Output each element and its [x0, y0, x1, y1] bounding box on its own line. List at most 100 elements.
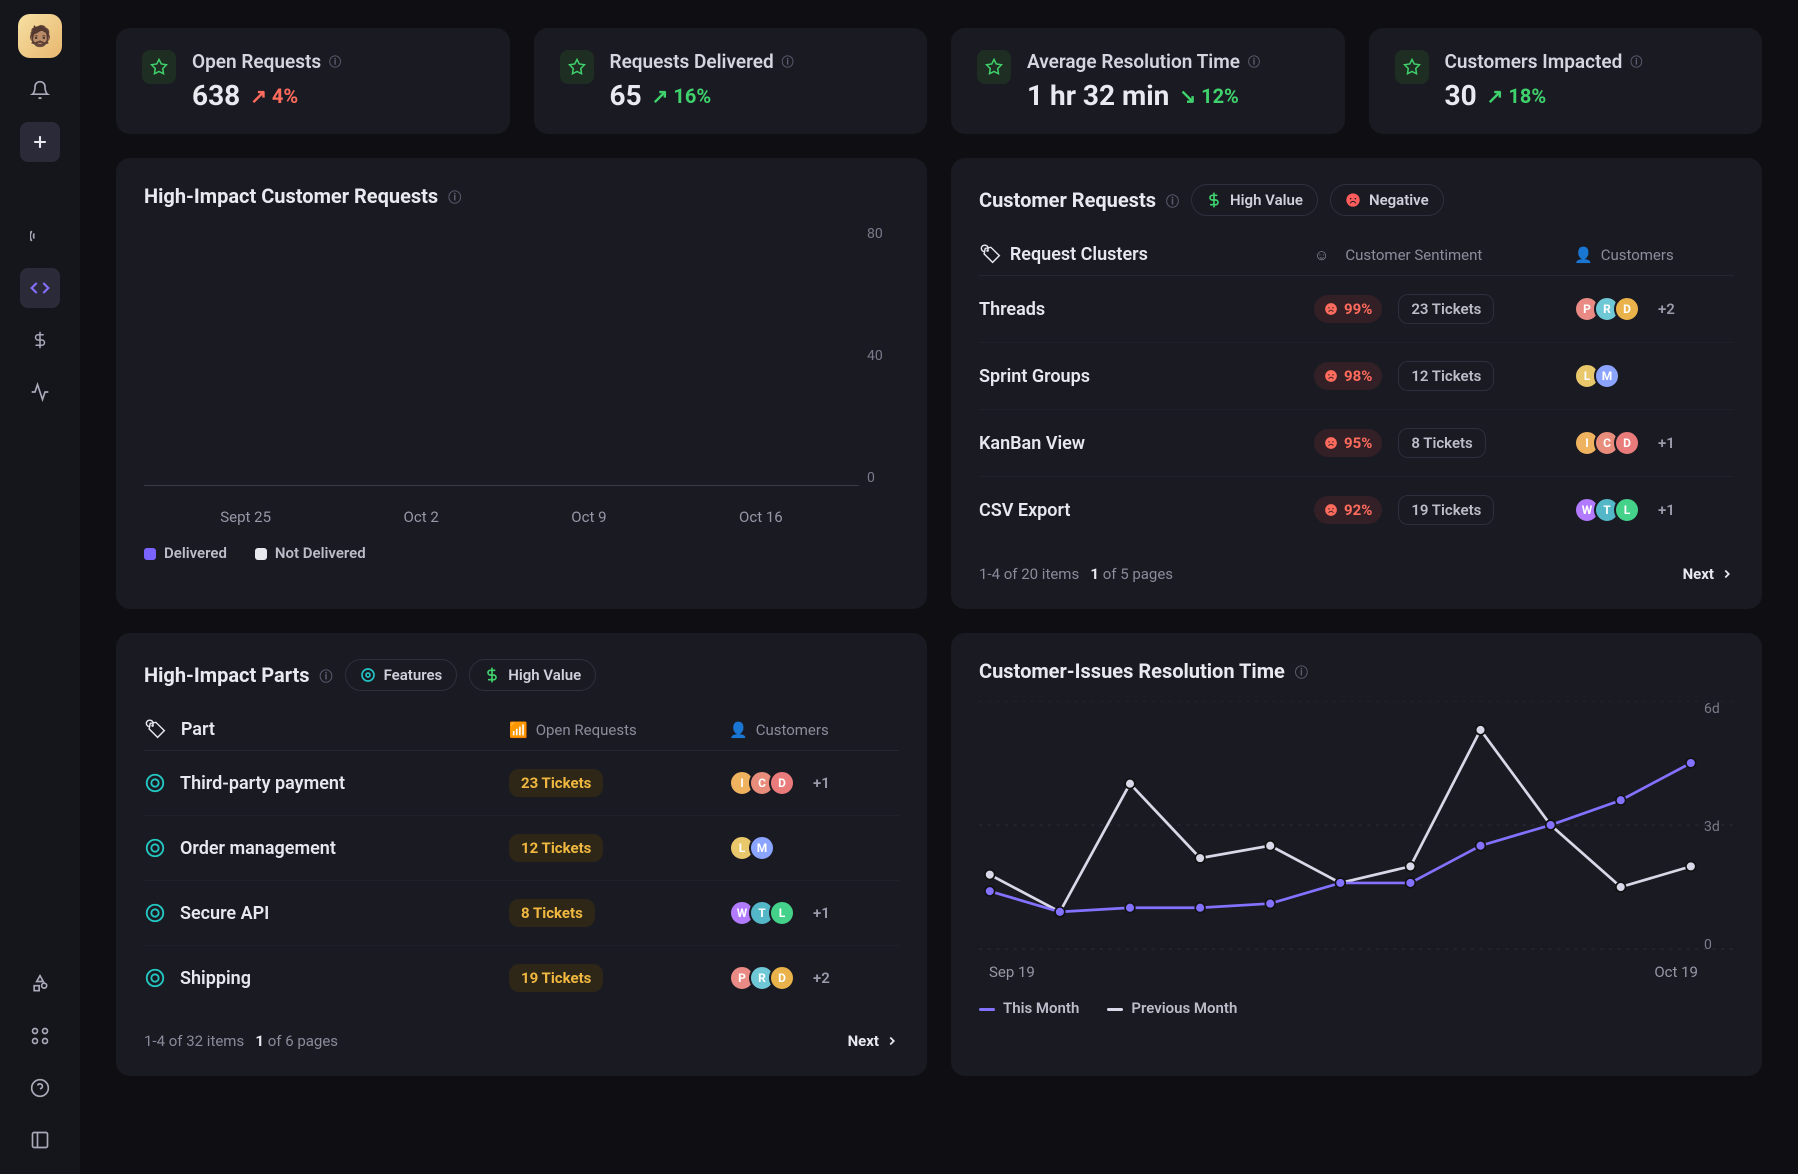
- notifications-icon[interactable]: [20, 70, 60, 110]
- x-tick: Sept 25: [220, 508, 271, 526]
- bar-chart: 80400 Sept 25Oct 2Oct 9Oct 16: [144, 226, 899, 526]
- star-icon: [560, 50, 594, 84]
- extra-count: +1: [1658, 434, 1675, 452]
- kpi-label: Average Resolution Time: [1027, 50, 1240, 73]
- kpi-card[interactable]: Requests Delivered ⓘ 65 ↗ 16%: [534, 28, 928, 134]
- kpi-trend: ↗ 4%: [250, 84, 298, 108]
- extra-count: +2: [813, 969, 830, 987]
- kpi-trend: ↘ 12%: [1179, 84, 1238, 108]
- activity-icon[interactable]: [20, 372, 60, 412]
- filter-features[interactable]: Features: [345, 659, 458, 691]
- kpi-trend: ↗ 16%: [652, 84, 711, 108]
- kpi-card[interactable]: Customers Impacted ⓘ 30 ↗ 18%: [1369, 28, 1763, 134]
- extra-count: +1: [813, 904, 830, 922]
- panel-high-impact-requests: High-Impact Customer Requests ⓘ 80400 Se…: [116, 158, 927, 609]
- info-icon[interactable]: ⓘ: [320, 666, 333, 685]
- table-row[interactable]: Secure API 8 Tickets WTL +1: [144, 881, 899, 946]
- sentiment-badge: 95%: [1314, 429, 1382, 457]
- panel-title: High-Impact Parts ⓘ: [144, 663, 333, 687]
- star-icon: [142, 50, 176, 84]
- info-icon[interactable]: ⓘ: [1295, 662, 1308, 681]
- avatars[interactable]: ICD: [1574, 430, 1640, 456]
- row-name: Threads: [979, 299, 1314, 320]
- apps-icon[interactable]: [20, 964, 60, 1004]
- extra-count: +1: [1658, 501, 1675, 519]
- target-icon: [144, 967, 166, 989]
- sentiment-badge: 99%: [1314, 295, 1382, 323]
- avatars[interactable]: PRD: [729, 965, 795, 991]
- info-icon[interactable]: ⓘ: [1630, 53, 1642, 70]
- x-tick: Oct 2: [404, 508, 439, 526]
- star-icon: [1395, 50, 1429, 84]
- kpi-trend: ↗ 18%: [1487, 84, 1546, 108]
- tickets-badge: 23 Tickets: [509, 769, 603, 797]
- kpi-card[interactable]: Open Requestsⓘ 638 ↗ 4%: [116, 28, 510, 134]
- filter-negative[interactable]: Negative: [1330, 184, 1444, 216]
- line-chart-legend: This Month Previous Month: [979, 999, 1734, 1017]
- next-button[interactable]: Next: [848, 1032, 899, 1050]
- kpi-value: 638: [192, 79, 240, 112]
- kpi-value: 1 hr 32 min: [1027, 79, 1169, 112]
- broadcast-icon[interactable]: [20, 216, 60, 256]
- main-content: Open Requestsⓘ 638 ↗ 4% Requests Deliver…: [80, 0, 1798, 1174]
- avatars[interactable]: WTL: [729, 900, 795, 926]
- table-row[interactable]: KanBan View 95% 8 Tickets ICD +1: [979, 410, 1734, 477]
- pager: 1-4 of 20 items 1 of 5 pages Next: [979, 565, 1734, 583]
- avatars[interactable]: LM: [1574, 363, 1620, 389]
- code-icon[interactable]: [20, 268, 60, 308]
- panel-high-impact-parts: High-Impact Parts ⓘ Features High Value …: [116, 633, 927, 1076]
- avatars[interactable]: PRD: [1574, 296, 1640, 322]
- info-icon[interactable]: ⓘ: [1248, 53, 1260, 70]
- tickets-badge: 19 Tickets: [1398, 495, 1494, 525]
- kpi-value: 65: [610, 79, 642, 112]
- kpi-value: 30: [1445, 79, 1477, 112]
- kpi-label: Customers Impacted: [1445, 50, 1623, 73]
- avatars[interactable]: WTL: [1574, 497, 1640, 523]
- table-row[interactable]: Shipping 19 Tickets PRD +2: [144, 946, 899, 1010]
- kpi-label: Requests Delivered: [610, 50, 774, 73]
- info-icon[interactable]: ⓘ: [329, 53, 341, 70]
- row-name: Third-party payment: [180, 773, 345, 794]
- filter-high-value[interactable]: High Value: [469, 659, 596, 691]
- pager: 1-4 of 32 items 1 of 6 pages Next: [144, 1032, 899, 1050]
- info-icon[interactable]: ⓘ: [448, 187, 461, 206]
- x-tick: Oct 9: [571, 508, 606, 526]
- next-button[interactable]: Next: [1683, 565, 1734, 583]
- avatar[interactable]: 🧔🏽: [18, 14, 62, 58]
- avatars[interactable]: ICD: [729, 770, 795, 796]
- info-icon[interactable]: ⓘ: [1166, 191, 1179, 210]
- target-icon: [144, 772, 166, 794]
- extra-count: +1: [813, 774, 830, 792]
- target-icon: [144, 902, 166, 924]
- avatars[interactable]: LM: [729, 835, 775, 861]
- table-row[interactable]: CSV Export 92% 19 Tickets WTL +1: [979, 477, 1734, 543]
- table-header: 🏷 Part 📶 Open Requests 👤 Customers: [144, 709, 899, 751]
- tickets-badge: 19 Tickets: [509, 964, 603, 992]
- dollar-icon[interactable]: [20, 320, 60, 360]
- filter-high-value[interactable]: High Value: [1191, 184, 1318, 216]
- kpi-row: Open Requestsⓘ 638 ↗ 4% Requests Deliver…: [116, 28, 1762, 134]
- sentiment-badge: 92%: [1314, 496, 1382, 524]
- kpi-card[interactable]: Average Resolution Time ⓘ 1 hr 32 min ↘ 1…: [951, 28, 1345, 134]
- table-row[interactable]: Order management 12 Tickets LM: [144, 816, 899, 881]
- info-icon[interactable]: ⓘ: [782, 53, 794, 70]
- help-icon[interactable]: [20, 1068, 60, 1108]
- add-icon[interactable]: [20, 122, 60, 162]
- tickets-badge: 23 Tickets: [1398, 294, 1494, 324]
- panel-icon[interactable]: [20, 1120, 60, 1160]
- x-tick: Sep 19: [989, 963, 1035, 981]
- tickets-badge: 8 Tickets: [509, 899, 595, 927]
- tickets-badge: 12 Tickets: [509, 834, 603, 862]
- row-name: Secure API: [180, 903, 269, 924]
- table-row[interactable]: Sprint Groups 98% 12 Tickets LM: [979, 343, 1734, 410]
- grid-icon[interactable]: [20, 1016, 60, 1056]
- tickets-badge: 8 Tickets: [1398, 428, 1485, 458]
- sentiment-badge: 98%: [1314, 362, 1382, 390]
- line-chart: 6d3d0 Sep 19Oct 19: [979, 701, 1734, 981]
- x-tick: Oct 16: [739, 508, 783, 526]
- table-row[interactable]: Threads 99% 23 Tickets PRD +2: [979, 276, 1734, 343]
- sidebar: 🧔🏽: [0, 0, 80, 1174]
- table-row[interactable]: Third-party payment 23 Tickets ICD +1: [144, 751, 899, 816]
- row-name: Sprint Groups: [979, 366, 1314, 387]
- panel-title: High-Impact Customer Requests ⓘ: [144, 184, 461, 208]
